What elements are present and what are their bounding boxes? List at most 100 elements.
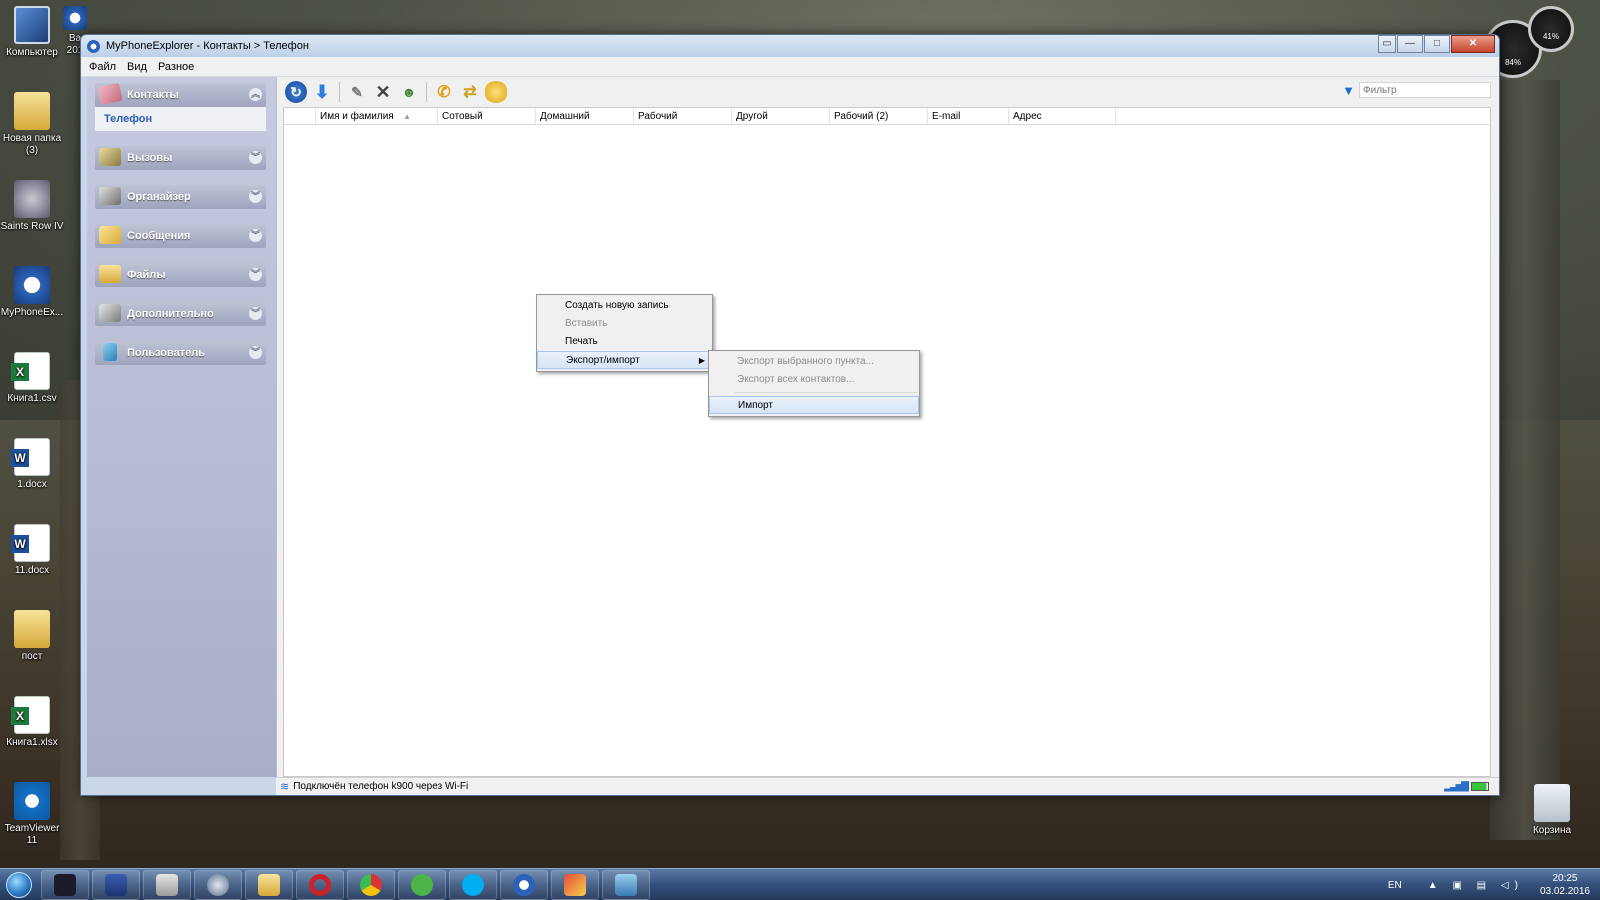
taskbar-app-paint[interactable]: [551, 869, 599, 900]
menu-item-new-record[interactable]: Создать новую запись: [537, 297, 712, 315]
menu-view[interactable]: Вид: [127, 61, 147, 73]
expand-icon[interactable]: ︾: [249, 346, 262, 359]
battery-icon: [1471, 782, 1489, 791]
folder-icon: [99, 265, 121, 283]
sidebar-group-label: Файлы: [127, 269, 166, 281]
delete-icon[interactable]: ✕: [372, 81, 394, 103]
sync-icon[interactable]: ⇄: [459, 81, 481, 103]
edit-icon[interactable]: ✎: [346, 81, 368, 103]
clock-date: 03.02.2016: [1539, 886, 1590, 897]
clock-time: 20:25: [1552, 873, 1578, 884]
folder-icon: [14, 92, 50, 130]
collapse-icon[interactable]: ︽: [249, 88, 262, 101]
menu-misc[interactable]: Разное: [158, 61, 194, 73]
expand-icon[interactable]: ︾: [249, 268, 262, 281]
minimize-button[interactable]: —: [1397, 35, 1423, 53]
desktop-icon-label: TeamViewer 11: [4, 823, 60, 846]
expand-icon[interactable]: ︾: [249, 190, 262, 203]
sidebar-group-header-organizer[interactable]: Органайзер ︾: [95, 185, 266, 209]
sidebar-group-label: Дополнительно: [127, 308, 214, 320]
desktop-icon-label: Новая папка (3): [2, 133, 62, 156]
sidebar-group-header-files[interactable]: Файлы ︾: [95, 263, 266, 287]
desktop-icon-post-folder[interactable]: пост: [0, 610, 64, 663]
taskbar-app-skype[interactable]: [449, 869, 497, 900]
sidebar-group-header-contacts[interactable]: Контакты ︽: [95, 82, 266, 107]
refresh-icon[interactable]: ↻: [285, 81, 307, 103]
myphoneexplorer-icon: [14, 266, 50, 304]
taskbar-app-opera[interactable]: [296, 869, 344, 900]
maximize-button[interactable]: □: [1424, 35, 1450, 53]
sidebar-group-header-messages[interactable]: Сообщения ︾: [95, 224, 266, 248]
filter-input[interactable]: [1359, 82, 1491, 98]
expand-icon[interactable]: ︾: [249, 229, 262, 242]
menu-item-import[interactable]: Импорт: [709, 396, 919, 414]
menu-item-label: Экспорт/импорт: [566, 355, 640, 366]
taskbar-app-photos[interactable]: [602, 869, 650, 900]
desktop-icon-csv[interactable]: Книга1.csv: [0, 352, 64, 405]
taskbar-app-myphoneexplorer[interactable]: [500, 869, 548, 900]
app-icon: [87, 39, 100, 53]
column-header-address[interactable]: Адрес: [1009, 108, 1116, 124]
desktop-icon-myphoneexplorer[interactable]: MyPhoneEx...: [0, 266, 64, 319]
column-header-mobile[interactable]: Сотовый: [438, 108, 536, 124]
desktop-icon-xlsx[interactable]: Книга1.xlsx: [0, 696, 64, 749]
submenu-arrow-icon: ▶: [698, 356, 705, 365]
sidebar-group-contacts: Контакты ︽ Телефон: [95, 82, 266, 131]
taskbar-app-save[interactable]: [92, 869, 140, 900]
menu-item-export-selected[interactable]: Экспорт выбранного пункта...: [709, 353, 919, 371]
clock[interactable]: 20:25 03.02.2016: [1540, 872, 1590, 898]
taskbar-app-network[interactable]: [41, 869, 89, 900]
wifi-icon: ≋: [280, 781, 290, 793]
sidebar-group-extras: Дополнительно ︾: [95, 302, 266, 326]
column-header-other[interactable]: Другой: [732, 108, 830, 124]
toolbar-separator: [339, 82, 340, 102]
taskbar-app-utorrent[interactable]: [398, 869, 446, 900]
taskbar-app-explorer[interactable]: [245, 869, 293, 900]
sidebar-group-header-extras[interactable]: Дополнительно ︾: [95, 302, 266, 326]
restore-tray-button[interactable]: ▭: [1378, 35, 1396, 53]
window-title: MyPhoneExplorer - Контакты > Телефон: [106, 40, 309, 52]
column-header-email[interactable]: E-mail: [928, 108, 1009, 124]
filter-icon: ▼: [1342, 82, 1355, 98]
sidebar-group-messages: Сообщения ︾: [95, 224, 266, 248]
desktop-icon-11-docx[interactable]: 11.docx: [0, 524, 64, 577]
expand-icon[interactable]: ︾: [249, 307, 262, 320]
opera-icon: [309, 873, 331, 896]
menu-file[interactable]: Файл: [89, 61, 116, 73]
desktop-icon-saints-row[interactable]: Saints Row IV: [0, 180, 64, 233]
add-contact-icon[interactable]: ☻: [398, 81, 420, 103]
desktop-icon-1-docx[interactable]: 1.docx: [0, 438, 64, 491]
desktop-icon-label: Компьютер: [6, 47, 58, 58]
title-bar[interactable]: MyPhoneExplorer - Контакты > Телефон ▭ —…: [81, 35, 1499, 57]
status-indicators: ▂▃▅▇: [1444, 781, 1489, 792]
column-header-home[interactable]: Домашний: [536, 108, 634, 124]
sidebar-group-header-user[interactable]: Пользователь ︾: [95, 341, 266, 365]
download-icon[interactable]: ⬇: [311, 81, 333, 103]
contacts-grid[interactable]: Имя и фамилия ▲ Сотовый Домашний Рабочий…: [283, 107, 1491, 777]
window-controls: ▭ — □ ✕: [1377, 35, 1495, 53]
menu-item-paste[interactable]: Вставить: [537, 315, 712, 333]
sidebar-item-phone[interactable]: Телефон: [95, 107, 266, 131]
menu-item-export-import[interactable]: Экспорт/импорт ▶: [537, 351, 712, 369]
tray-icons[interactable]: ▲ ▣ ▤ ◁): [1428, 880, 1524, 891]
sms-icon[interactable]: [485, 81, 507, 103]
taskbar-app-calculator[interactable]: [143, 869, 191, 900]
column-header-work[interactable]: Рабочий: [634, 108, 732, 124]
desktop-icon-recycle-bin[interactable]: Корзина: [1520, 784, 1584, 837]
column-header-name[interactable]: Имя и фамилия ▲: [316, 108, 438, 124]
sidebar-group-header-calls[interactable]: Вызовы ︾: [95, 146, 266, 170]
menu-item-export-all[interactable]: Экспорт всех контактов...: [709, 371, 919, 389]
expand-icon[interactable]: ︾: [249, 151, 262, 164]
sidebar-group-label: Органайзер: [127, 191, 191, 203]
desktop-icon-teamviewer[interactable]: TeamViewer 11: [0, 782, 64, 847]
language-indicator[interactable]: EN: [1388, 880, 1402, 891]
desktop-icon-computer[interactable]: Компьютер: [0, 6, 64, 59]
taskbar-app-browser[interactable]: [194, 869, 242, 900]
close-button[interactable]: ✕: [1451, 35, 1495, 53]
call-icon[interactable]: ✆: [433, 81, 455, 103]
desktop-icon-new-folder[interactable]: Новая папка (3): [0, 92, 64, 157]
start-button[interactable]: [0, 869, 38, 900]
menu-item-print[interactable]: Печать: [537, 333, 712, 351]
taskbar-app-chrome[interactable]: [347, 869, 395, 900]
column-header-work2[interactable]: Рабочий (2): [830, 108, 928, 124]
